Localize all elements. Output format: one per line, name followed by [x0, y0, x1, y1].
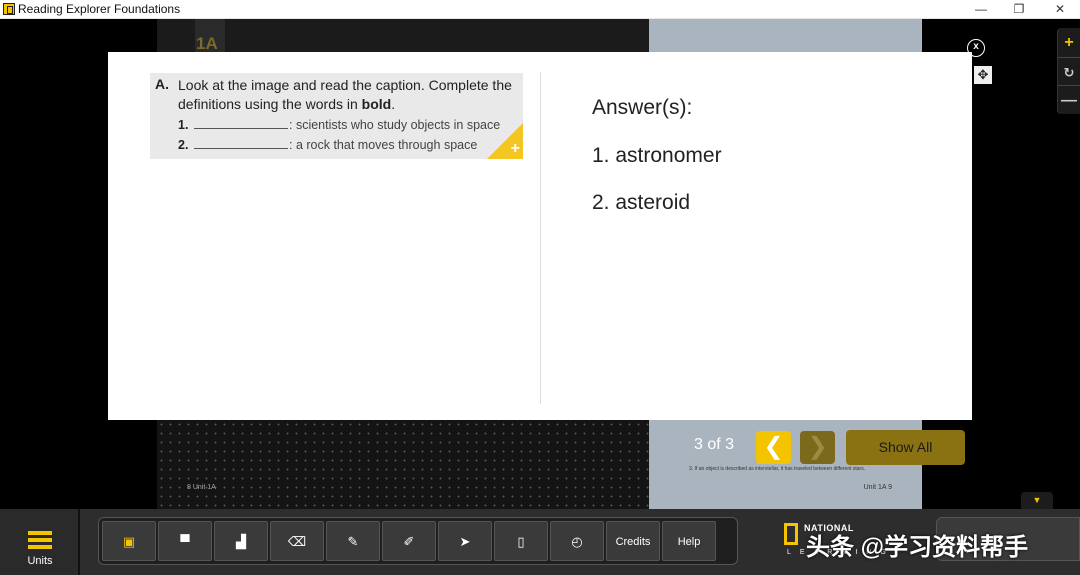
- instruction-text: Look at the image and read the caption. …: [178, 77, 512, 112]
- minimize-button[interactable]: —: [961, 0, 1001, 19]
- item-definition: : scientists who study objects in space: [289, 118, 501, 132]
- mask-icon[interactable]: ▟: [214, 521, 268, 561]
- move-icon[interactable]: ✥: [974, 66, 992, 84]
- exercise-snippet: A. Look at the image and read the captio…: [150, 73, 523, 159]
- show-all-button[interactable]: Show All: [846, 430, 965, 465]
- units-label: Units: [27, 555, 53, 567]
- logo-frame-icon: [784, 523, 798, 545]
- units-grid-icon: [28, 531, 52, 549]
- modal-divider: [540, 72, 541, 404]
- zoom-out-button[interactable]: —: [1058, 86, 1080, 115]
- credits-button[interactable]: Credits: [606, 521, 660, 561]
- app-icon: [3, 3, 15, 15]
- restore-button[interactable]: ❐: [999, 0, 1039, 19]
- item-definition: : a rock that moves through space: [289, 138, 478, 152]
- answer-blank: [194, 128, 288, 129]
- exercise-item-1: 1. : scientists who study objects in spac…: [178, 118, 500, 132]
- watermark: 头条 @学习资料帮手: [806, 534, 1029, 561]
- units-button[interactable]: Units: [0, 509, 80, 575]
- item-number: 1.: [178, 118, 189, 132]
- answer-modal: A. Look at the image and read the captio…: [108, 52, 972, 420]
- zoom-in-button[interactable]: +: [1058, 28, 1080, 57]
- timer-icon[interactable]: ◴: [550, 521, 604, 561]
- zoom-reset-button[interactable]: ↻: [1058, 57, 1080, 86]
- exercise-item-2: 2. : a rock that moves through space: [178, 138, 477, 152]
- instruction-end: .: [391, 96, 396, 112]
- right-page-footnote: 3. If an object is described as interste…: [689, 466, 866, 472]
- answer-blank: [194, 148, 288, 149]
- instruction-bold: bold: [361, 96, 392, 112]
- expand-plus-icon[interactable]: +: [511, 140, 520, 158]
- item-number: 2.: [178, 138, 189, 152]
- exercise-letter: A.: [155, 76, 169, 92]
- exercise-instruction: Look at the image and read the caption. …: [178, 76, 518, 114]
- page-icon[interactable]: ▯: [494, 521, 548, 561]
- sticky-note-icon[interactable]: ▣: [102, 521, 156, 561]
- page-counter: 3 of 3: [694, 436, 735, 453]
- answer-item-2: 2. asteroid: [592, 191, 691, 214]
- prev-answer-button[interactable]: ❮: [756, 431, 791, 464]
- next-answer-button[interactable]: ❯: [800, 431, 835, 464]
- highlighter-icon[interactable]: ✐: [382, 521, 436, 561]
- eraser-icon[interactable]: ⌫: [270, 521, 324, 561]
- title-bar: Reading Explorer Foundations — ❐ ✕: [0, 0, 1080, 19]
- help-button[interactable]: Help: [662, 521, 716, 561]
- spotlight-icon[interactable]: ▀: [158, 521, 212, 561]
- close-window-button[interactable]: ✕: [1040, 0, 1080, 19]
- pointer-icon[interactable]: ➤: [438, 521, 492, 561]
- answers-heading: Answer(s):: [592, 96, 693, 119]
- zoom-panel: + ↻ —: [1057, 28, 1080, 114]
- chevron-down-icon[interactable]: ▼: [1021, 492, 1053, 509]
- modal-close-button[interactable]: x: [967, 39, 985, 57]
- window-title: Reading Explorer Foundations: [18, 2, 181, 16]
- tool-group: ▣ ▀ ▟ ⌫ ✎ ✐ ➤ ▯ ◴ Credits Help: [98, 517, 738, 565]
- left-page-footer: 8 Unit 1A: [187, 484, 216, 491]
- answer-item-1: 1. astronomer: [592, 144, 722, 167]
- right-page-footer: Unit 1A 9: [863, 484, 892, 491]
- pen-icon[interactable]: ✎: [326, 521, 380, 561]
